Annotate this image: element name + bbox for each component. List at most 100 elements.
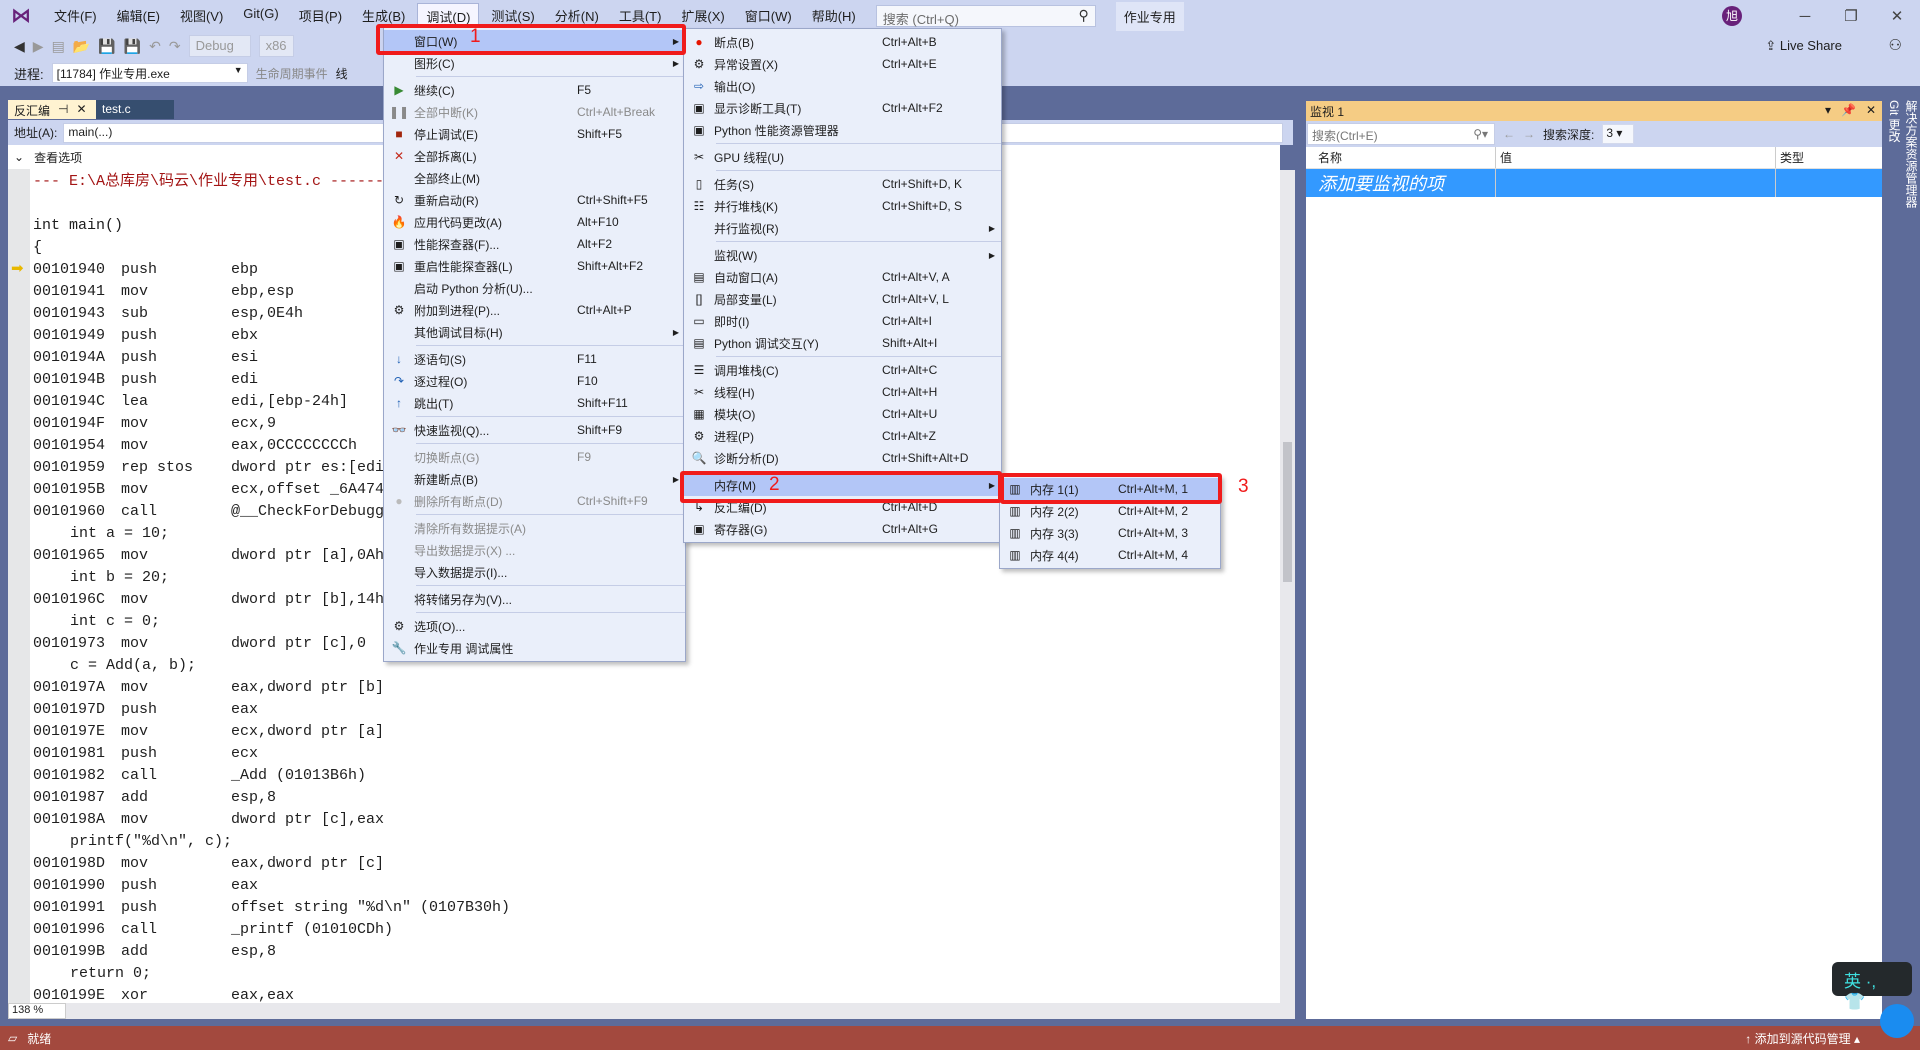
- menu-item[interactable]: ▭ 即时(I) Ctrl+Alt+I: [684, 310, 1001, 332]
- menu-item[interactable]: ⇨ 输出(O): [684, 75, 1001, 97]
- instruction-address: 00101981: [33, 745, 106, 762]
- menu-item[interactable]: 并行监视(R) ▶: [684, 217, 1001, 239]
- menu-11[interactable]: 窗口(W): [737, 3, 800, 30]
- menu-item[interactable]: 监视(W) ▶: [684, 244, 1001, 266]
- undo-icon[interactable]: ↶: [149, 38, 161, 55]
- menu-item[interactable]: 切换断点(G) F9: [384, 446, 685, 468]
- menu-item[interactable]: ✕ 全部拆离(L): [384, 145, 685, 167]
- forward-icon[interactable]: ▶: [33, 38, 44, 55]
- forward-arrow-icon[interactable]: →: [1523, 127, 1535, 141]
- menu-item[interactable]: 🔧 作业专用 调试属性: [384, 637, 685, 659]
- menu-item[interactable]: 新建断点(B) ▶: [384, 468, 685, 490]
- menu-item[interactable]: ▯ 任务(S) Ctrl+Shift+D, K: [684, 173, 1001, 195]
- minimize-button[interactable]: ─: [1782, 8, 1828, 25]
- add-to-source-control-button[interactable]: ↑ 添加到源代码管理 ▴: [1745, 1030, 1860, 1047]
- save-icon[interactable]: 💾: [98, 38, 115, 55]
- menu-item[interactable]: 启动 Python 分析(U)...: [384, 277, 685, 299]
- menu-2[interactable]: 视图(V): [172, 3, 231, 30]
- search-depth-select[interactable]: 3 ▾: [1602, 124, 1635, 144]
- menu-3[interactable]: Git(G): [235, 3, 286, 30]
- menu-item[interactable]: ● 删除所有断点(D) Ctrl+Shift+F9: [384, 490, 685, 512]
- search-input[interactable]: 搜索 (Ctrl+Q) ⚲: [875, 5, 1096, 27]
- menu-item[interactable]: 图形(C) ▶: [384, 52, 685, 74]
- dropdown-icon[interactable]: ▾: [1825, 103, 1831, 117]
- side-tab-git-changes[interactable]: Git 更改: [1886, 100, 1903, 1008]
- process-select[interactable]: [11784] 作业专用.exe ▼: [51, 63, 248, 83]
- menu-item[interactable]: ▣ Python 性能资源管理器: [684, 119, 1001, 141]
- menu-item[interactable]: ⚙ 异常设置(X) Ctrl+Alt+E: [684, 53, 1001, 75]
- feedback-icon[interactable]: ⚇: [1889, 36, 1902, 54]
- menu-item[interactable]: 其他调试目标(H) ▶: [384, 321, 685, 343]
- menu-item[interactable]: 将转储另存为(V)...: [384, 588, 685, 610]
- add-watch-placeholder[interactable]: 添加要监视的项: [1306, 169, 1496, 197]
- save-all-icon[interactable]: 💾: [124, 38, 141, 55]
- menu-item[interactable]: 🔥 应用代码更改(A) Alt+F10: [384, 211, 685, 233]
- menu-item[interactable]: ✂ 线程(H) Ctrl+Alt+H: [684, 381, 1001, 403]
- zoom-select[interactable]: 138 %: [8, 1003, 66, 1019]
- redo-icon[interactable]: ↷: [169, 38, 181, 55]
- back-icon[interactable]: ◀: [14, 38, 25, 55]
- menu-item[interactable]: ☰ 调用堆栈(C) Ctrl+Alt+C: [684, 359, 1001, 381]
- menu-item[interactable]: ▣ 显示诊断工具(T) Ctrl+Alt+F2: [684, 97, 1001, 119]
- gutter[interactable]: [8, 169, 30, 1003]
- menu-item[interactable]: 导出数据提示(X) ...: [384, 539, 685, 561]
- tab-disassembly[interactable]: 反汇编 ⊣ ✕: [8, 100, 96, 119]
- scrollbar-thumb[interactable]: [1283, 442, 1292, 582]
- menu-item[interactable]: ↻ 重新启动(R) Ctrl+Shift+F5: [384, 189, 685, 211]
- close-button[interactable]: ✕: [1874, 7, 1920, 25]
- open-icon[interactable]: 📂: [73, 38, 90, 55]
- ime-indicator[interactable]: 英 ·, 👕: [1832, 962, 1912, 1011]
- menu-item[interactable]: ■ 停止调试(E) Shift+F5: [384, 123, 685, 145]
- menu-item[interactable]: ⚙ 附加到进程(P)... Ctrl+Alt+P: [384, 299, 685, 321]
- menu-item[interactable]: ▤ 自动窗口(A) Ctrl+Alt+V, A: [684, 266, 1001, 288]
- menu-item[interactable]: ❚❚ 全部中断(K) Ctrl+Alt+Break: [384, 101, 685, 123]
- menu-item[interactable]: ⚙ 选项(O)...: [384, 615, 685, 637]
- back-arrow-icon[interactable]: ←: [1503, 127, 1515, 141]
- menu-4[interactable]: 项目(P): [291, 3, 350, 30]
- menu-item[interactable]: ▣ 性能探查器(F)... Alt+F2: [384, 233, 685, 255]
- menu-item[interactable]: ▥ 内存 4(4) Ctrl+Alt+M, 4: [1000, 544, 1220, 566]
- menu-item[interactable]: ☷ 并行堆栈(K) Ctrl+Shift+D, S: [684, 195, 1001, 217]
- add-watch-row[interactable]: 添加要监视的项: [1306, 169, 1882, 197]
- configuration-select[interactable]: Debug: [188, 35, 251, 57]
- watch-search-input[interactable]: 搜索(Ctrl+E) ⚲▾: [1307, 123, 1495, 145]
- menu-item[interactable]: 导入数据提示(I)...: [384, 561, 685, 583]
- menu-item[interactable]: ✂ GPU 线程(U): [684, 146, 1001, 168]
- menu-item[interactable]: 🔍 诊断分析(D) Ctrl+Shift+Alt+D: [684, 447, 1001, 469]
- menu-item[interactable]: ↓ 逐语句(S) F11: [384, 348, 685, 370]
- close-icon[interactable]: ✕: [76, 102, 86, 117]
- column-name[interactable]: 名称: [1306, 147, 1496, 168]
- avatar[interactable]: 旭: [1722, 6, 1742, 26]
- tab-test-c[interactable]: test.c: [96, 100, 174, 119]
- menu-item[interactable]: ⚙ 进程(P) Ctrl+Alt+Z: [684, 425, 1001, 447]
- menu-item[interactable]: [] 局部变量(L) Ctrl+Alt+V, L: [684, 288, 1001, 310]
- live-share-button[interactable]: ⇪ Live Share: [1765, 38, 1842, 54]
- menu-1[interactable]: 编辑(E): [109, 3, 168, 30]
- column-type[interactable]: 类型: [1776, 149, 1882, 166]
- menu-item[interactable]: 清除所有数据提示(A): [384, 517, 685, 539]
- side-tab-solution-explorer[interactable]: 解决方案资源管理器: [1903, 100, 1920, 1008]
- new-project-icon[interactable]: ▤: [52, 38, 65, 55]
- menu-item[interactable]: ↑ 跳出(T) Shift+F11: [384, 392, 685, 414]
- menu-item[interactable]: 👓 快速监视(Q)... Shift+F9: [384, 419, 685, 441]
- close-icon[interactable]: ✕: [1866, 103, 1876, 117]
- menu-item[interactable]: ▣ 寄存器(G) Ctrl+Alt+G: [684, 518, 1001, 540]
- pin-icon[interactable]: 📌: [1841, 103, 1856, 117]
- menu-item[interactable]: ▦ 模块(O) Ctrl+Alt+U: [684, 403, 1001, 425]
- menu-item[interactable]: ▥ 内存 3(3) Ctrl+Alt+M, 3: [1000, 522, 1220, 544]
- column-value[interactable]: 值: [1496, 147, 1776, 168]
- lifecycle-events-button[interactable]: 生命周期事件: [256, 65, 328, 82]
- vertical-scrollbar[interactable]: [1280, 170, 1295, 1003]
- menu-item[interactable]: 全部终止(M): [384, 167, 685, 189]
- restore-button[interactable]: ❐: [1828, 7, 1874, 25]
- platform-select[interactable]: x86: [258, 35, 294, 57]
- menu-0[interactable]: 文件(F): [46, 3, 105, 30]
- menu-item[interactable]: ▶ 继续(C) F5: [384, 79, 685, 101]
- menu-item[interactable]: ● 断点(B) Ctrl+Alt+B: [684, 31, 1001, 53]
- pin-icon[interactable]: ⊣: [58, 102, 68, 117]
- menu-item[interactable]: ▣ 重启性能探查器(L) Shift+Alt+F2: [384, 255, 685, 277]
- menu-item[interactable]: ▤ Python 调试交互(Y) Shift+Alt+I: [684, 332, 1001, 354]
- menu-12[interactable]: 帮助(H): [804, 3, 864, 30]
- ime-mascot-icon[interactable]: [1880, 1004, 1914, 1038]
- menu-item[interactable]: ↷ 逐过程(O) F10: [384, 370, 685, 392]
